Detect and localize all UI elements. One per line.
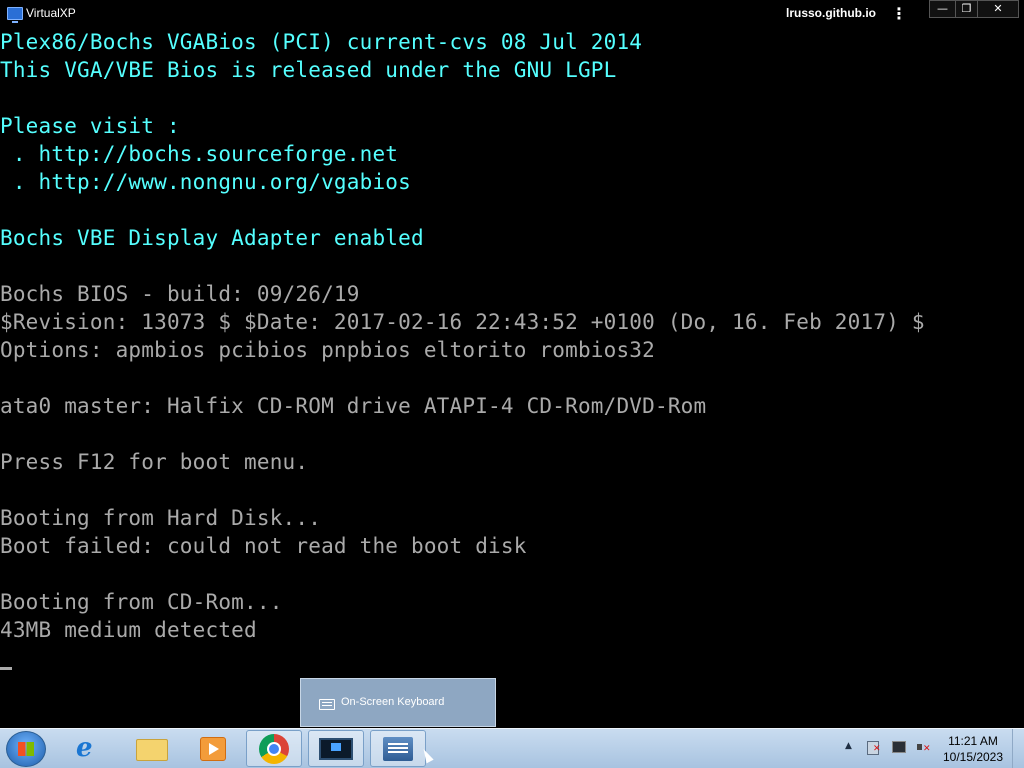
media-player-icon	[200, 737, 226, 761]
show-desktop-button[interactable]	[1012, 729, 1024, 768]
console-line: . http://bochs.sourceforge.net	[0, 142, 399, 166]
title-bar: VirtualXP lrusso.github.io ⋮ — ❐ ✕	[0, 0, 1024, 28]
folder-icon	[136, 739, 168, 761]
text-cursor	[0, 667, 12, 670]
keyboard-icon	[383, 737, 413, 761]
taskbar: e ▲ 11:21 AM 10/15/2023	[0, 728, 1024, 768]
volume-muted-icon[interactable]	[916, 740, 931, 755]
console-line: Plex86/Bochs VGABios (PCI) current-cvs 0…	[0, 30, 643, 54]
console-line: $Revision: 13073 $ $Date: 2017-02-16 22:…	[0, 310, 925, 334]
keyboard-icon	[319, 699, 335, 710]
console-line: Options: apmbios pcibios pnpbios eltorit…	[0, 338, 655, 362]
console-line: Booting from Hard Disk...	[0, 506, 322, 530]
taskbar-tooltip[interactable]: On-Screen Keyboard	[300, 678, 496, 727]
console-line: Please visit :	[0, 114, 180, 138]
console-line: 43MB medium detected	[0, 618, 257, 642]
taskbar-virtualxp[interactable]	[308, 730, 364, 767]
console-line: Bochs VBE Display Adapter enabled	[0, 226, 424, 250]
minimize-button[interactable]: —	[929, 0, 955, 18]
clock-date[interactable]: 10/15/2023	[939, 750, 1007, 764]
taskbar-internet-explorer[interactable]: e	[62, 730, 118, 767]
maximize-button[interactable]: ❐	[955, 0, 977, 18]
internet-explorer-icon: e	[76, 733, 93, 763]
network-icon[interactable]	[891, 740, 906, 755]
taskbar-file-explorer[interactable]	[124, 730, 180, 767]
console-line: Press F12 for boot menu.	[0, 450, 309, 474]
bios-console[interactable]: Plex86/Bochs VGABios (PCI) current-cvs 0…	[0, 28, 1024, 728]
action-center-flag-icon[interactable]	[866, 740, 881, 755]
virtualxp-app-icon	[7, 7, 23, 23]
window-title: VirtualXP	[26, 6, 76, 20]
close-button[interactable]: ✕	[977, 0, 1019, 18]
clock-time[interactable]: 11:21 AM	[939, 734, 1007, 748]
virtualxp-icon	[319, 738, 353, 760]
tooltip-label: On-Screen Keyboard	[341, 696, 445, 708]
show-hidden-icons-icon[interactable]: ▲	[845, 741, 852, 751]
chrome-icon	[259, 734, 289, 764]
console-line: ata0 master: Halfix CD-ROM drive ATAPI-4…	[0, 394, 707, 418]
start-button[interactable]	[6, 731, 46, 767]
taskbar-on-screen-keyboard[interactable]	[370, 730, 426, 767]
more-options-icon[interactable]: ⋮	[888, 3, 910, 25]
host-label: lrusso.github.io	[786, 6, 876, 20]
taskbar-media-player[interactable]	[186, 730, 242, 767]
console-line: This VGA/VBE Bios is released under the …	[0, 58, 617, 82]
console-line: Bochs BIOS - build: 09/26/19	[0, 282, 360, 306]
console-line: Boot failed: could not read the boot dis…	[0, 534, 527, 558]
taskbar-chrome[interactable]	[246, 730, 302, 767]
console-line: . http://www.nongnu.org/vgabios	[0, 170, 411, 194]
console-line: Booting from CD-Rom...	[0, 590, 283, 614]
